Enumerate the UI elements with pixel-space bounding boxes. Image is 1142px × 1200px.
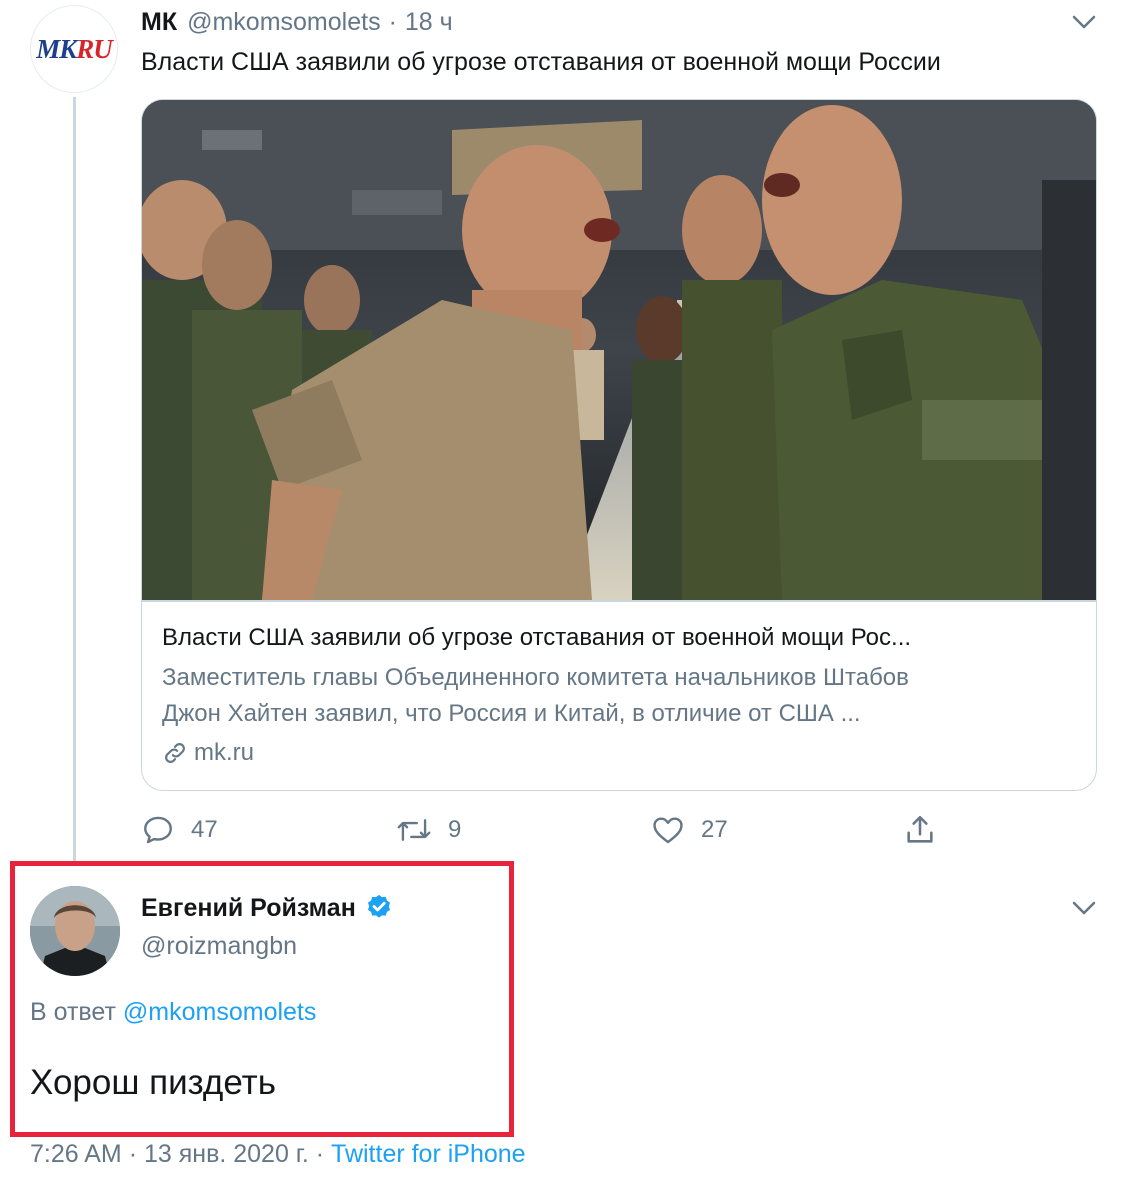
tweet1-header: МК @mkomsomolets · 18 ч bbox=[141, 4, 453, 40]
separator-dot: · bbox=[315, 1140, 325, 1168]
card-description: Заместитель главы Объединенного комитета… bbox=[162, 660, 1077, 732]
reply-button[interactable]: 47 bbox=[141, 810, 218, 850]
retweet-icon bbox=[397, 819, 431, 841]
share-button[interactable] bbox=[903, 810, 953, 850]
tweet-time[interactable]: 7:26 AM bbox=[30, 1140, 122, 1168]
tweet-actions: 47 9 27 bbox=[141, 810, 961, 850]
card-domain: mk.ru bbox=[162, 737, 254, 769]
reply-icon bbox=[144, 816, 172, 844]
chevron-down-icon[interactable] bbox=[1069, 7, 1099, 37]
author-handle[interactable]: @mkomsomolets bbox=[187, 8, 380, 37]
author-name[interactable]: МК bbox=[141, 8, 177, 37]
tweet-date[interactable]: 13 янв. 2020 г. bbox=[144, 1140, 309, 1168]
reply-count: 47 bbox=[191, 816, 218, 843]
soldiers-photo bbox=[142, 100, 1096, 600]
card-image bbox=[142, 100, 1096, 600]
tweet-text: Власти США заявили об угрозе отставания … bbox=[141, 48, 941, 76]
like-button[interactable]: 27 bbox=[651, 810, 728, 850]
separator-dot: · bbox=[128, 1140, 138, 1168]
retweet-button[interactable]: 9 bbox=[396, 810, 461, 850]
thread-line bbox=[73, 97, 76, 862]
card-domain-text: mk.ru bbox=[194, 739, 254, 766]
card-description-line2: Джон Хайтен заявил, что Россия и Китай, … bbox=[162, 700, 861, 727]
mk-avatar[interactable]: MKRU bbox=[30, 5, 118, 93]
like-count: 27 bbox=[701, 816, 728, 843]
highlight-box bbox=[10, 861, 514, 1137]
mkru-logo: MKRU bbox=[36, 33, 113, 64]
separator-dot: · bbox=[388, 7, 397, 36]
link-preview-card[interactable]: Власти США заявили об угрозе отставания … bbox=[141, 99, 1097, 791]
heart-icon bbox=[653, 817, 683, 844]
tweet-metadata: 7:26 AM · 13 янв. 2020 г. · Twitter for … bbox=[30, 1140, 526, 1169]
tweet-source-link[interactable]: Twitter for iPhone bbox=[331, 1140, 526, 1168]
share-icon bbox=[907, 815, 933, 843]
card-title: Власти США заявили об угрозе отставания … bbox=[162, 624, 912, 651]
link-icon bbox=[165, 743, 185, 763]
chevron-down-icon[interactable] bbox=[1069, 893, 1099, 923]
retweet-count: 9 bbox=[448, 816, 462, 843]
card-description-line1: Заместитель главы Объединенного комитета… bbox=[162, 664, 909, 691]
card-divider bbox=[142, 600, 1096, 602]
tweet-timestamp[interactable]: 18 ч bbox=[405, 8, 453, 37]
